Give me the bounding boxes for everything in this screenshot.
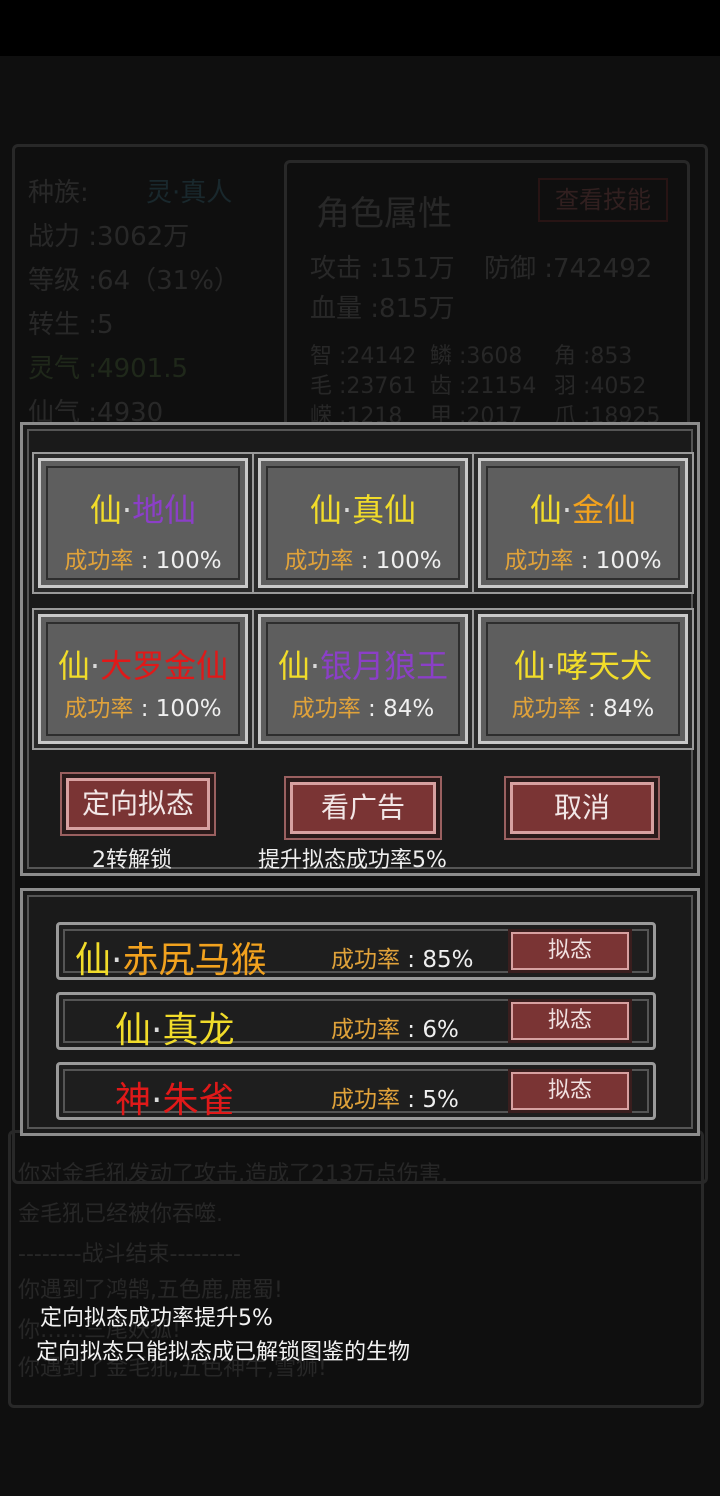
rate-value: 84%	[603, 696, 655, 722]
card-name: 地仙	[132, 491, 197, 529]
rate-label: 成功率	[331, 1087, 400, 1113]
card-prefix: 仙	[309, 491, 342, 529]
directed-unlock-note: 2转解锁	[92, 848, 172, 873]
rate-value: 85%	[422, 947, 474, 973]
form-card[interactable]: 仙·大罗金仙 成功率 : 100%	[38, 614, 248, 744]
rate-label: 成功率	[64, 696, 134, 722]
target-name: 朱雀	[162, 1080, 235, 1121]
card-name: 银月狼王	[320, 647, 449, 685]
status-bar	[0, 0, 720, 56]
form-card[interactable]: 仙·真仙 成功率 : 100%	[258, 458, 468, 588]
ad-bonus-note: 提升拟态成功率5%	[258, 848, 447, 873]
form-card[interactable]: 仙·银月狼王 成功率 : 84%	[258, 614, 468, 744]
rate-value: 6%	[422, 1017, 459, 1043]
cancel-button[interactable]: 取消	[510, 782, 654, 834]
target-prefix: 仙	[75, 940, 112, 981]
rate-label: 成功率	[511, 696, 581, 722]
target-prefix: 仙	[115, 1010, 152, 1051]
form-card[interactable]: 仙·哮天犬 成功率 : 84%	[478, 614, 688, 744]
rate-value: 100%	[375, 548, 442, 574]
card-prefix: 仙	[277, 647, 310, 685]
form-card[interactable]: 仙·金仙 成功率 : 100%	[478, 458, 688, 588]
rate-label: 成功率	[504, 548, 574, 574]
card-name: 真仙	[352, 491, 417, 529]
rate-value: 100%	[155, 696, 222, 722]
rate-label: 成功率	[291, 696, 361, 722]
card-prefix: 仙	[57, 647, 90, 685]
watch-ad-button[interactable]: 看广告	[290, 782, 436, 834]
rate-label: 成功率	[331, 1017, 400, 1043]
target-name: 真龙	[162, 1010, 235, 1051]
mimic-button[interactable]: 拟态	[511, 932, 629, 970]
card-prefix: 仙	[529, 491, 562, 529]
rate-label: 成功率	[284, 548, 354, 574]
rate-value: 5%	[422, 1087, 459, 1113]
card-prefix: 仙	[513, 647, 546, 685]
target-row: 神·朱雀 成功率 : 5% 拟态	[56, 1062, 656, 1121]
card-name: 哮天犬	[556, 647, 653, 685]
directed-mimicry-button[interactable]: 定向拟态	[66, 778, 210, 830]
rate-value: 84%	[383, 696, 435, 722]
rate-label: 成功率	[64, 548, 134, 574]
form-card[interactable]: 仙·地仙 成功率 : 100%	[38, 458, 248, 588]
tip-line: 定向拟态只能拟态成已解锁图鉴的生物	[36, 1340, 411, 1365]
rate-value: 100%	[595, 548, 662, 574]
target-name: 赤尻马猴	[122, 940, 267, 981]
mimic-button[interactable]: 拟态	[511, 1072, 629, 1110]
target-prefix: 神	[115, 1080, 152, 1121]
target-row: 仙·真龙 成功率 : 6% 拟态	[56, 992, 656, 1051]
card-name: 金仙	[572, 491, 637, 529]
card-name: 大罗金仙	[100, 647, 229, 685]
rate-value: 100%	[155, 548, 222, 574]
target-row: 仙·赤尻马猴 成功率 : 85% 拟态	[56, 922, 656, 981]
tip-line: 定向拟态成功率提升5%	[40, 1306, 273, 1331]
mimic-button[interactable]: 拟态	[511, 1002, 629, 1040]
card-prefix: 仙	[89, 491, 122, 529]
rate-label: 成功率	[331, 947, 400, 973]
